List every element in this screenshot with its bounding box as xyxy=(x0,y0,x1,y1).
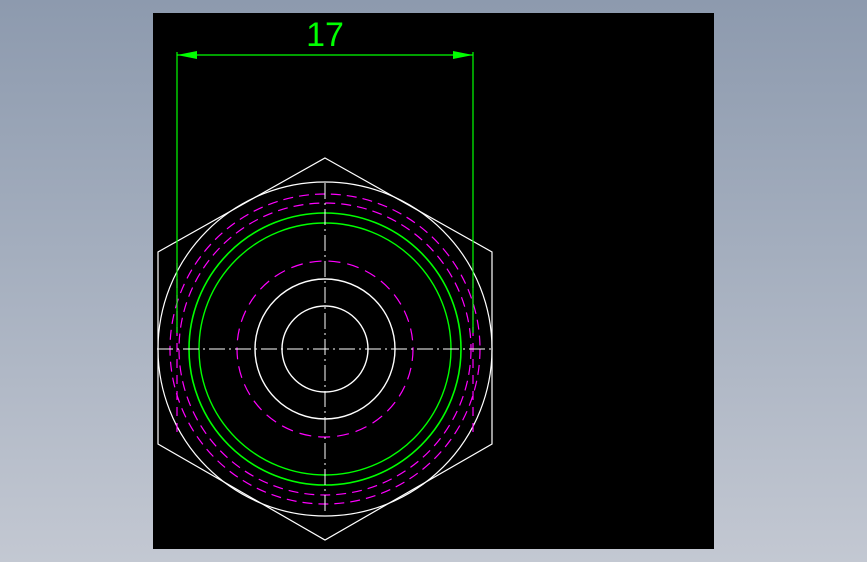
dimension-arrow-left xyxy=(177,51,197,59)
dimension-arrow-right xyxy=(453,51,473,59)
dimension-text: 17 xyxy=(306,16,344,54)
cad-viewport[interactable]: 17 xyxy=(153,13,714,549)
nut-drawing: 17 xyxy=(157,16,493,541)
